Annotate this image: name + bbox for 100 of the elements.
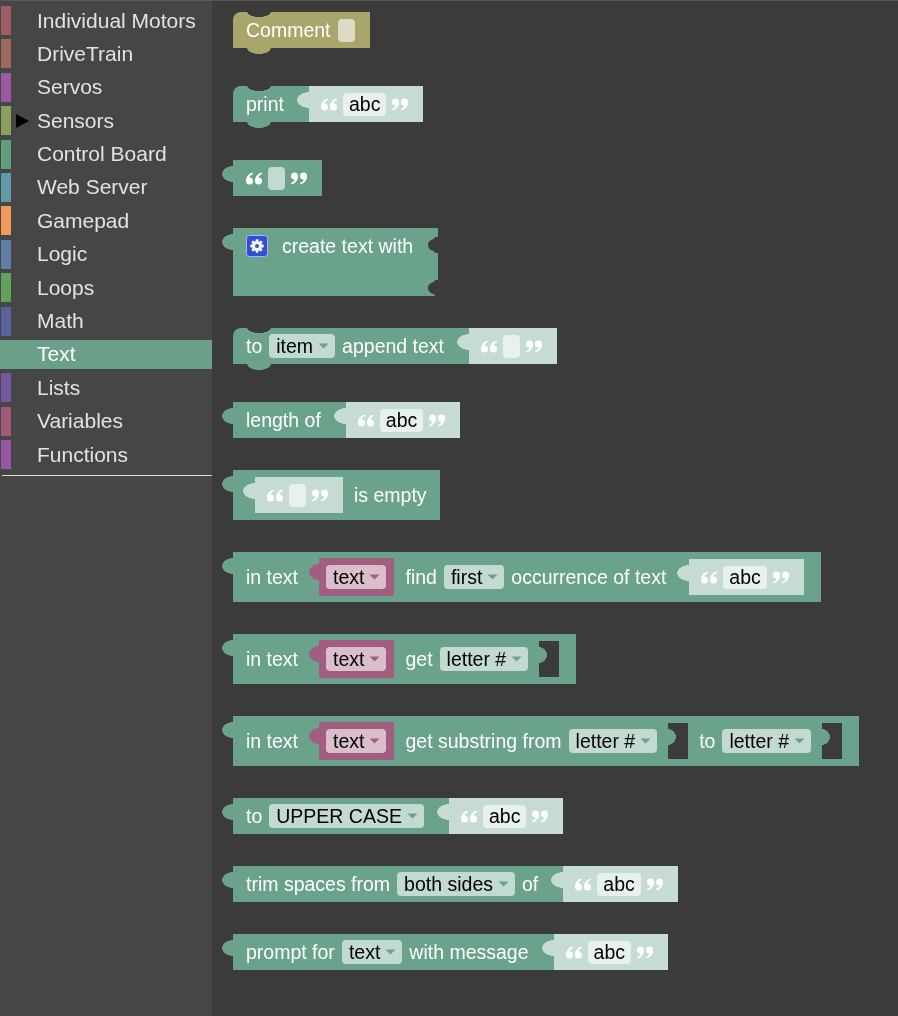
category-item[interactable]: Math <box>0 306 212 336</box>
dropdown-field[interactable]: item <box>269 334 336 358</box>
category-item[interactable]: Gamepad <box>0 206 212 236</box>
variable-block[interactable]: text <box>309 640 395 678</box>
close-quote-icon <box>526 339 543 353</box>
block-label: with message <box>409 940 529 964</box>
caret-icon <box>318 343 330 349</box>
text-input-field[interactable] <box>289 483 306 507</box>
gear-icon[interactable] <box>246 235 268 257</box>
code-block[interactable]: in text text find first occurrence of text abc <box>221 552 821 602</box>
code-block[interactable] <box>221 160 322 196</box>
category-item[interactable]: Control Board <box>0 139 212 169</box>
block-label: prompt for <box>246 940 335 964</box>
text-value-block[interactable]: abc <box>296 86 424 122</box>
caret-icon <box>369 656 381 662</box>
dropdown-field[interactable]: letter # <box>568 729 658 753</box>
block-label: in text <box>246 647 299 671</box>
caret-icon <box>406 813 418 819</box>
caret-icon <box>369 574 381 580</box>
expand-arrow-icon[interactable] <box>15 113 29 128</box>
block-label: to <box>246 334 263 358</box>
dropdown-field[interactable]: text <box>326 729 387 753</box>
empty-input-socket <box>539 641 560 677</box>
close-quote-icon <box>291 171 307 185</box>
dropdown-field[interactable]: text <box>326 647 387 671</box>
open-quote-icon <box>357 413 374 427</box>
dropdown-field[interactable]: UPPER CASE <box>269 804 424 828</box>
text-value-block[interactable]: abc <box>677 559 804 595</box>
category-item[interactable]: Web Server <box>0 172 212 202</box>
category-item[interactable]: Functions <box>0 440 212 470</box>
block-label: find <box>405 565 437 589</box>
block-label: length of <box>246 408 321 432</box>
category-item[interactable]: Sensors <box>0 106 212 136</box>
category-item[interactable]: Logic <box>0 239 212 269</box>
open-quote-icon <box>246 171 262 185</box>
category-item[interactable]: Individual Motors <box>0 6 212 35</box>
block-label: append text <box>342 334 445 358</box>
code-block[interactable]: trim spaces from both sides of abc <box>221 866 678 902</box>
block-label: in text <box>246 729 299 753</box>
dropdown-field[interactable]: both sides <box>397 872 515 896</box>
input-notch-icon <box>428 237 439 253</box>
text-input-field[interactable]: abc <box>587 940 631 964</box>
open-quote-icon <box>575 877 592 891</box>
block-label: in text <box>246 565 299 589</box>
dropdown-field[interactable]: first <box>443 565 505 589</box>
close-quote-icon <box>772 570 789 584</box>
close-quote-icon <box>646 877 663 891</box>
text-input-field[interactable]: abc <box>482 804 527 828</box>
dropdown-field[interactable]: letter # <box>439 647 529 671</box>
code-block[interactable]: in text text get letter # <box>221 634 577 684</box>
text-input-field[interactable] <box>268 166 285 190</box>
dropdown-field[interactable]: text <box>341 940 403 964</box>
caret-icon <box>794 738 806 744</box>
text-value-block[interactable] <box>457 328 558 364</box>
variable-block[interactable]: text <box>309 558 395 596</box>
block-label: occurrence of text <box>511 565 667 589</box>
block-label: create text with <box>282 234 414 258</box>
text-input-field[interactable] <box>337 18 355 42</box>
category-item[interactable]: Servos <box>0 72 212 102</box>
code-block[interactable]: prompt for text with message abc <box>221 934 668 970</box>
text-value-block[interactable] <box>243 477 343 513</box>
block-label: of <box>522 872 539 896</box>
caret-icon <box>498 881 509 887</box>
text-value-block[interactable]: abc <box>333 402 461 438</box>
text-value-block[interactable]: abc <box>541 934 668 970</box>
empty-input-socket <box>668 723 689 759</box>
dropdown-field[interactable]: text <box>326 565 387 589</box>
block-label: get <box>405 647 433 671</box>
category-item[interactable]: Variables <box>0 406 212 436</box>
open-quote-icon <box>701 570 718 584</box>
category-item[interactable]: Loops <box>0 273 212 303</box>
block-label: print <box>246 92 284 116</box>
text-value-block[interactable]: abc <box>551 866 678 902</box>
code-block[interactable]: length of abc <box>221 402 461 438</box>
text-input-field[interactable] <box>503 334 521 358</box>
code-block[interactable]: print abc <box>233 86 424 128</box>
caret-icon <box>487 574 499 580</box>
caret-icon <box>511 656 523 662</box>
text-input-field[interactable]: abc <box>342 92 387 116</box>
code-block[interactable]: to UPPER CASE abc <box>221 798 564 834</box>
close-quote-icon <box>312 488 328 502</box>
close-quote-icon <box>392 97 409 111</box>
text-input-field[interactable]: abc <box>379 408 424 432</box>
caret-icon <box>369 738 381 744</box>
close-quote-icon <box>429 413 446 427</box>
code-block[interactable]: to item append text <box>233 328 558 370</box>
variable-block[interactable]: text <box>309 722 395 760</box>
input-notch-icon <box>428 280 439 296</box>
category-item[interactable]: DriveTrain <box>0 39 212 69</box>
code-block[interactable]: in text text get substring from letter # to letter # <box>221 716 860 766</box>
block-label: get substring from <box>405 729 562 753</box>
dropdown-field[interactable]: letter # <box>722 729 812 753</box>
open-quote-icon <box>481 339 498 353</box>
text-input-field[interactable]: abc <box>597 872 641 896</box>
text-value-block[interactable]: abc <box>436 798 564 834</box>
text-input-field[interactable]: abc <box>723 565 767 589</box>
open-quote-icon <box>267 488 283 502</box>
empty-input-socket <box>822 723 843 759</box>
category-item[interactable]: Lists <box>0 373 212 403</box>
block-label: Comment <box>246 18 331 42</box>
